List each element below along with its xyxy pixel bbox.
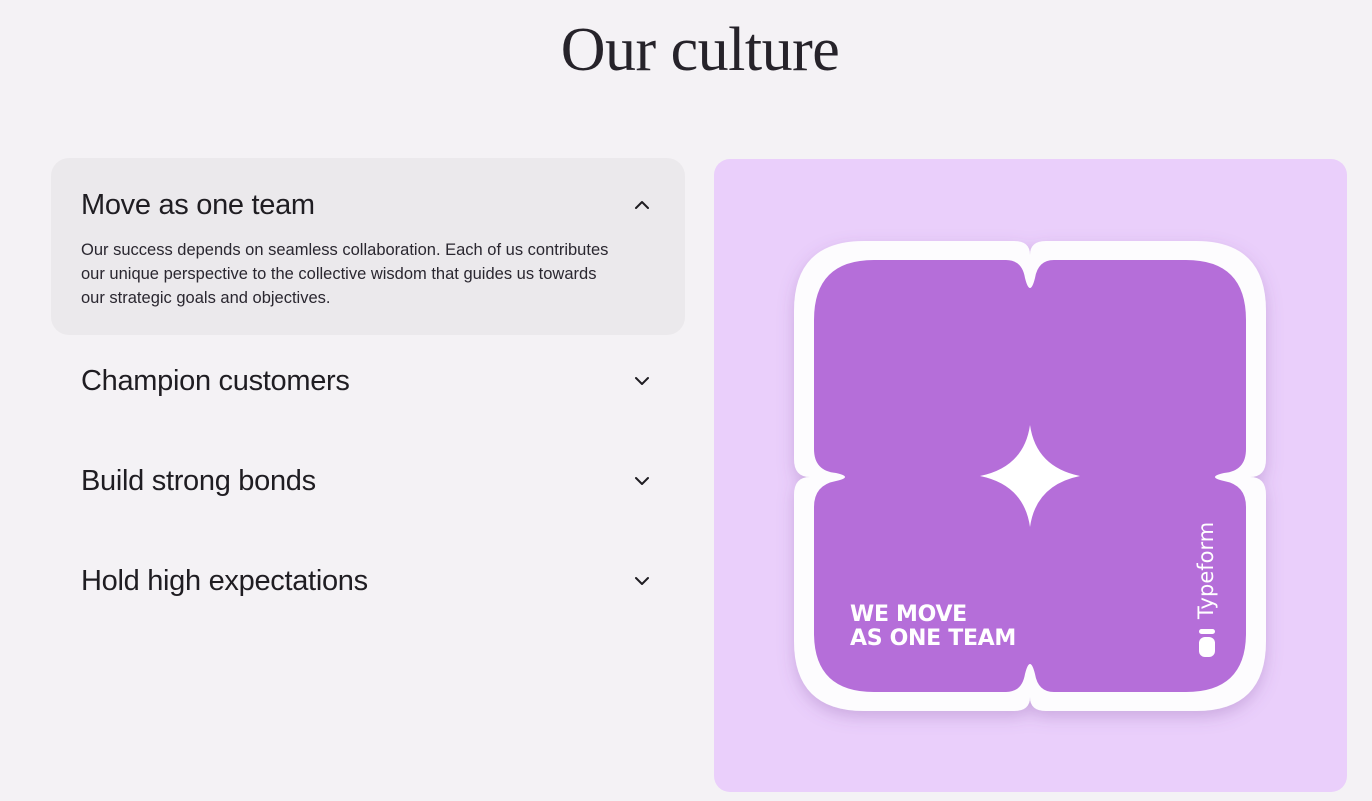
accordion-title: Build strong bonds (81, 465, 316, 497)
page-title: Our culture (560, 16, 840, 84)
sticker-caption: WE MOVE AS ONE TEAM (850, 603, 1016, 651)
accordion-header-move-as-one-team[interactable]: Move as one team (81, 188, 656, 222)
accordion-title: Hold high expectations (81, 565, 368, 597)
chevron-up-icon[interactable] (628, 191, 656, 219)
accordion-body: Our success depends on seamless collabor… (81, 241, 609, 307)
sticker-caption-line2: AS ONE TEAM (850, 626, 1016, 651)
accordion-item-champion-customers: Champion customers (51, 349, 685, 449)
chevron-down-icon[interactable] (628, 467, 656, 495)
chevron-down-icon[interactable] (628, 567, 656, 595)
accordion-item-hold-high-expectations: Hold high expectations (51, 549, 685, 649)
typeform-brand: Typeform (1186, 521, 1226, 663)
sticker-image (794, 241, 1266, 711)
accordion-item-move-as-one-team: Move as one team Our success depends on … (51, 158, 685, 335)
accordion-title: Champion customers (81, 365, 350, 397)
sticker-caption-line1: WE MOVE (850, 602, 967, 627)
accordion-header-hold-high-expectations[interactable]: Hold high expectations (81, 549, 656, 613)
accordion-header-build-strong-bonds[interactable]: Build strong bonds (81, 449, 656, 513)
chevron-down-icon[interactable] (628, 367, 656, 395)
accordion-header-champion-customers[interactable]: Champion customers (81, 349, 656, 413)
culture-image-card: WE MOVE AS ONE TEAM Typeform (714, 159, 1347, 792)
brand-wordmark: Typeform (1194, 521, 1218, 619)
typeform-logo-icon (1199, 629, 1215, 657)
accordion-title: Move as one team (81, 189, 315, 221)
accordion-item-build-strong-bonds: Build strong bonds (51, 449, 685, 549)
culture-accordion: Move as one team Our success depends on … (51, 158, 685, 649)
